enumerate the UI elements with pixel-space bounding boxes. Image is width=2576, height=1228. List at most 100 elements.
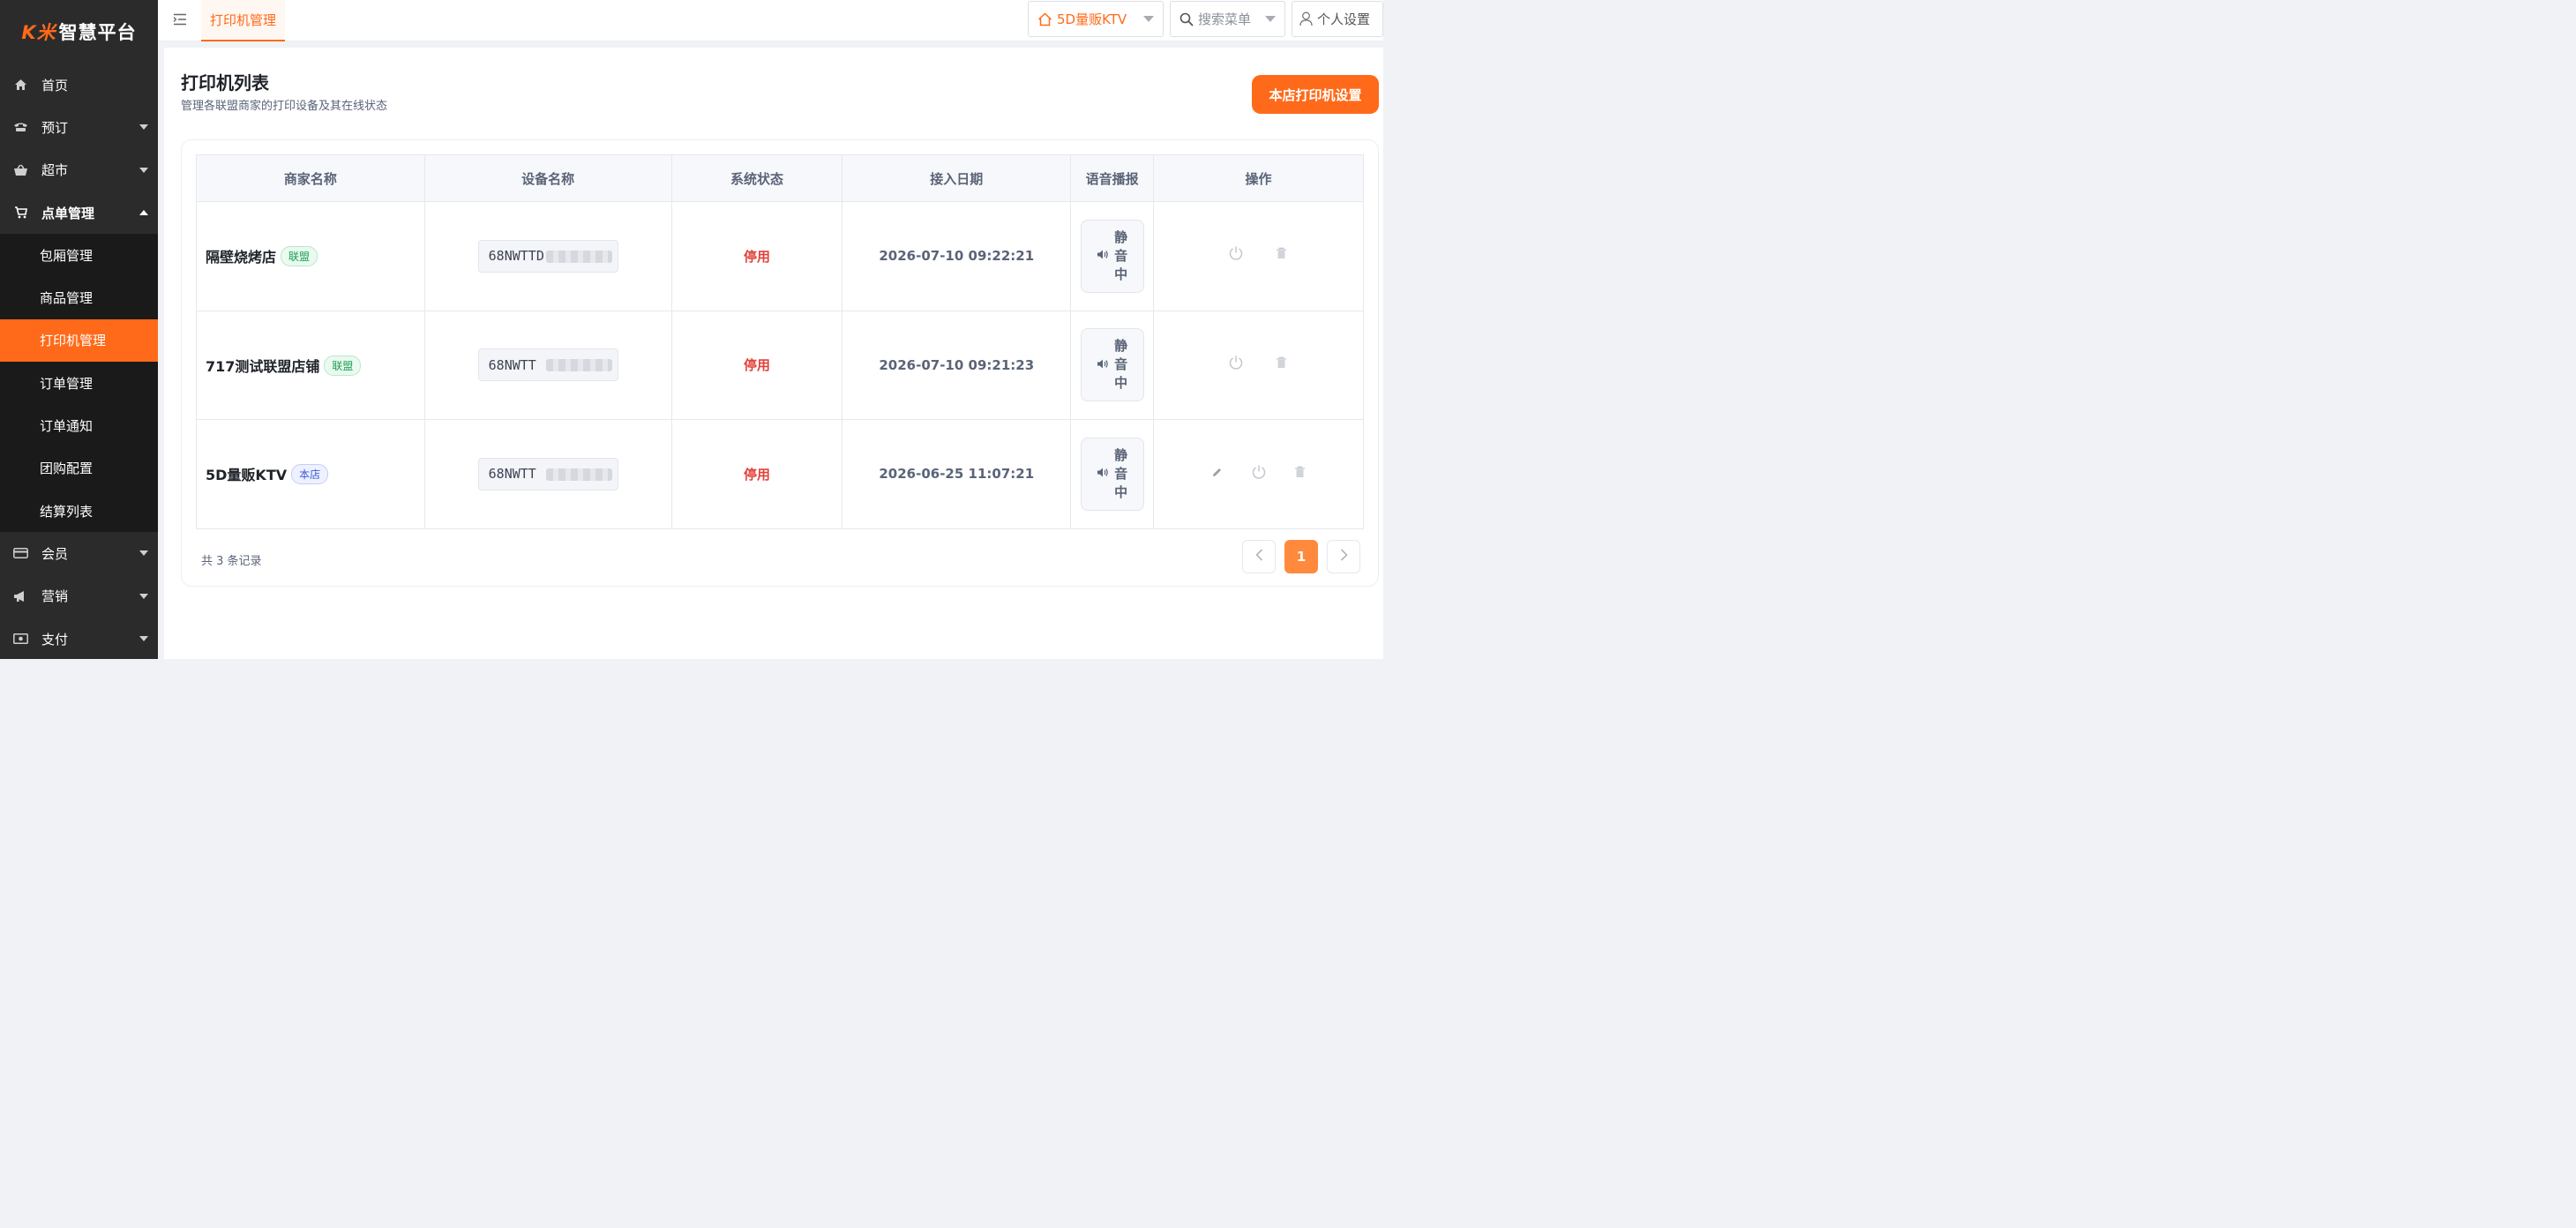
date-cell: 2026-07-10 09:22:21 (842, 201, 1072, 311)
user-settings-label: 个人设置 (1317, 11, 1371, 27)
voice-toggle-button[interactable]: 静音中 (1080, 328, 1144, 402)
masked-text (545, 250, 612, 263)
chevron-down-icon (1143, 16, 1154, 22)
access-date: 2026-06-25 11:07:21 (879, 466, 1035, 483)
merchant-cell: 5D量贩KTV 本店 (196, 419, 425, 529)
prev-page-button[interactable] (1242, 540, 1276, 573)
printer-table: 商家名称 设备名称 系统状态 接入日期 语音播报 操作 隔壁烧烤店 联盟 68NW… (196, 154, 1364, 529)
chevron-down-icon (139, 636, 148, 641)
device-name-text: 68NWTTD (488, 248, 544, 265)
sidebar-item-products[interactable]: 商品管理 (0, 276, 158, 318)
phone-icon (12, 119, 28, 135)
delete-button[interactable] (1274, 247, 1290, 263)
device-cell: 68NWTT (423, 419, 672, 529)
sidebar-item-market[interactable]: 超市 (0, 149, 158, 191)
user-settings-button[interactable]: 个人设置 (1292, 1, 1383, 37)
voice-toggle-button[interactable]: 静音中 (1080, 437, 1144, 511)
voice-status: 静音中 (1114, 446, 1128, 500)
store-select-value: 5D量贩KTV (1057, 11, 1127, 27)
col-header-ops: 操作 (1153, 154, 1364, 202)
logo-name: 智慧平台 (58, 22, 137, 43)
status-badge: 停用 (743, 357, 770, 374)
store-select[interactable]: 5D量贩KTV (1028, 1, 1164, 37)
chevron-right-icon (1340, 549, 1348, 565)
table-row: 5D量贩KTV 本店 68NWTT 停用 2026-06-25 11:07:21 … (196, 419, 1364, 529)
sidebar-item-printers[interactable]: 打印机管理 (0, 318, 158, 363)
merchant-name: 5D量贩KTV (206, 467, 288, 484)
delete-button[interactable] (1274, 356, 1290, 372)
sidebar-item-settlement[interactable]: 结算列表 (0, 490, 158, 532)
card-icon (12, 545, 28, 561)
power-icon (1251, 464, 1267, 483)
ops-cell (1153, 201, 1364, 311)
masked-text (545, 359, 612, 372)
col-header-status: 系统状态 (670, 154, 843, 202)
table-row: 717测试联盟店铺 联盟 68NWTT 停用 2026-07-10 09:21:2… (196, 310, 1364, 420)
status-cell: 停用 (670, 201, 843, 311)
own-store-badge: 本店 (291, 464, 329, 485)
merchant-cell: 717测试联盟店铺 联盟 (196, 310, 425, 420)
voice-toggle-button[interactable]: 静音中 (1080, 219, 1144, 293)
sidebar-item-label: 首页 (41, 77, 69, 94)
sidebar-item-groupbuy[interactable]: 团购配置 (0, 447, 158, 490)
sidebar-item-booking[interactable]: 预订 (0, 106, 158, 148)
sidebar-item-home[interactable]: 首页 (0, 64, 158, 106)
voice-cell: 静音中 (1070, 310, 1155, 420)
home-icon (12, 77, 28, 93)
sidebar-item-marketing[interactable]: 营销 (0, 575, 158, 618)
table-row: 隔壁烧烤店 联盟 68NWTTD 停用 2026-07-10 09:22:21 静… (196, 201, 1364, 311)
sidebar-item-label: 点单管理 (41, 205, 95, 221)
power-button[interactable] (1228, 356, 1244, 372)
sidebar-item-ordering[interactable]: 点单管理 (0, 191, 158, 234)
sidebar-item-member[interactable]: 会员 (0, 532, 158, 574)
edit-button[interactable] (1209, 466, 1225, 482)
logo-brand: K米 (21, 22, 56, 43)
chevron-up-icon (139, 210, 148, 216)
device-name: 68NWTTD (477, 239, 618, 273)
device-name-text: 68NWTT (488, 466, 536, 483)
ordering-submenu: 包厢管理 商品管理 打印机管理 订单管理 订单通知 团购配置 结算列表 (0, 234, 158, 533)
delete-button[interactable] (1292, 466, 1308, 482)
search-icon (1179, 12, 1194, 26)
tab-printer-management[interactable]: 打印机管理 (201, 0, 286, 41)
col-header-merchant: 商家名称 (196, 154, 425, 202)
page-number[interactable]: 1 (1284, 540, 1318, 573)
sidebar-item-orders[interactable]: 订单管理 (0, 362, 158, 404)
speaker-icon (1097, 248, 1109, 264)
next-page-button[interactable] (1327, 540, 1360, 573)
power-icon (1228, 355, 1244, 374)
menu-toggle-button[interactable] (158, 0, 201, 41)
device-name: 68NWTT (477, 457, 618, 490)
alliance-badge: 联盟 (281, 246, 318, 267)
trash-icon (1294, 466, 1306, 482)
col-header-device: 设备名称 (423, 154, 672, 202)
status-badge: 停用 (743, 466, 770, 483)
chevron-down-icon (1265, 16, 1276, 22)
device-cell: 68NWTT (423, 310, 672, 420)
access-date: 2026-07-10 09:22:21 (879, 248, 1035, 265)
pencil-icon (1211, 466, 1223, 482)
status-cell: 停用 (670, 419, 843, 529)
menu-fold-icon (173, 12, 187, 29)
chevron-down-icon (139, 167, 148, 173)
menu-search-select[interactable]: 搜索菜单 (1170, 1, 1285, 37)
sidebar-item-payment[interactable]: 支付 (0, 618, 158, 660)
header-actions: 5D量贩KTV 搜索菜单 个人设置 (1028, 1, 1383, 37)
power-button[interactable] (1228, 246, 1244, 263)
sidebar-item-rooms[interactable]: 包厢管理 (0, 234, 158, 276)
sidebar-item-label: 营销 (41, 588, 69, 605)
megaphone-icon (12, 588, 28, 604)
logo: K米 智慧平台 (0, 0, 158, 64)
status-cell: 停用 (670, 310, 843, 420)
merchant-cell: 隔壁烧烤店 联盟 (196, 201, 425, 311)
voice-status: 静音中 (1114, 228, 1128, 282)
total-records: 共 3 条记录 (201, 555, 262, 568)
device-cell: 68NWTTD (423, 201, 672, 311)
store-printer-settings-button[interactable]: 本店打印机设置 (1252, 75, 1379, 114)
ops-cell (1153, 419, 1364, 529)
sidebar-item-order-notify[interactable]: 订单通知 (0, 404, 158, 446)
cart-icon (12, 205, 28, 221)
power-button[interactable] (1251, 464, 1267, 483)
speaker-icon (1097, 466, 1109, 482)
status-badge: 停用 (743, 248, 770, 265)
